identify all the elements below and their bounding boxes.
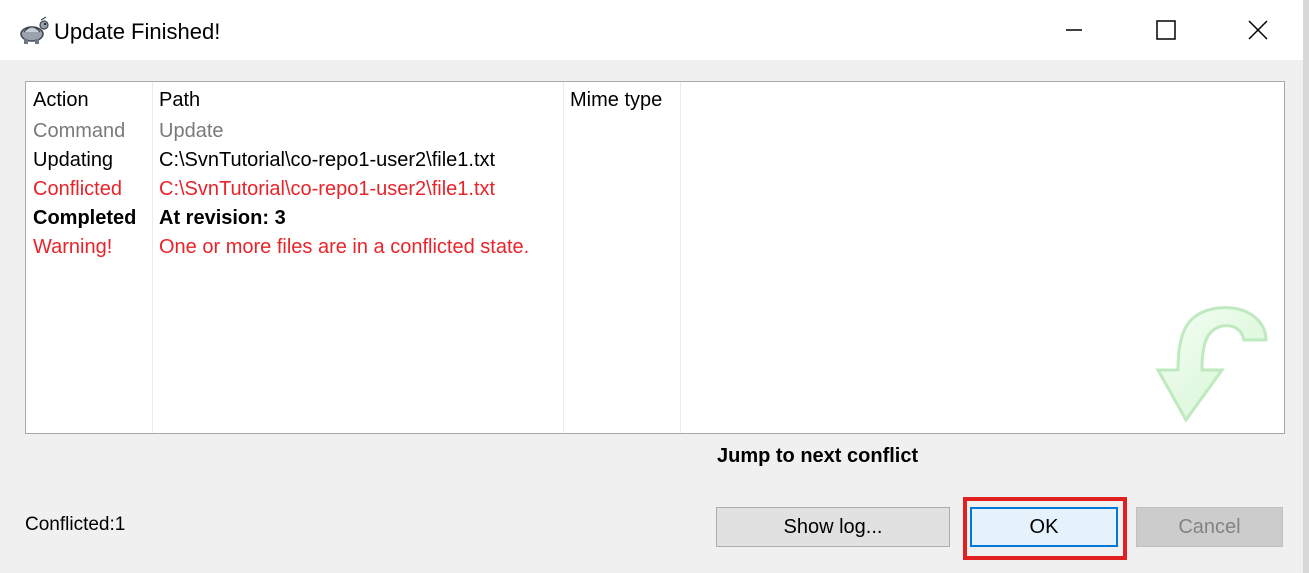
close-icon: [1248, 20, 1268, 40]
action-list[interactable]: Action Path Mime type Command Update Upd…: [25, 81, 1285, 434]
column-separator: [563, 82, 564, 433]
close-button[interactable]: [1212, 0, 1304, 60]
update-arrow-icon: [1155, 306, 1268, 423]
maximize-button[interactable]: [1120, 0, 1212, 60]
row-action[interactable]: Updating: [33, 146, 113, 175]
minimize-icon: [1066, 29, 1082, 31]
row-path[interactable]: C:\SvnTutorial\co-repo1-user2\file1.txt: [159, 175, 495, 204]
column-header-action[interactable]: Action: [33, 86, 89, 115]
row-path[interactable]: At revision: 3: [159, 204, 286, 233]
cancel-button[interactable]: Cancel: [1136, 507, 1283, 547]
ok-button[interactable]: OK: [970, 507, 1118, 547]
update-finished-dialog: Update Finished! Action Path Mime type C…: [0, 0, 1309, 573]
tortoise-svn-icon: [16, 16, 50, 46]
show-log-button[interactable]: Show log...: [716, 507, 950, 547]
row-path[interactable]: C:\SvnTutorial\co-repo1-user2\file1.txt: [159, 146, 495, 175]
row-action[interactable]: Conflicted: [33, 175, 122, 204]
row-action[interactable]: Completed: [33, 204, 136, 233]
conflict-count-status: Conflicted:1: [25, 514, 126, 535]
column-header-mime-type[interactable]: Mime type: [570, 86, 662, 115]
column-separator: [152, 82, 153, 433]
row-path[interactable]: Update: [159, 117, 224, 146]
title-bar[interactable]: Update Finished!: [0, 0, 1303, 60]
row-action[interactable]: Warning!: [33, 233, 112, 262]
column-separator: [680, 82, 681, 433]
window-edge: [1303, 0, 1309, 573]
row-path[interactable]: One or more files are in a conflicted st…: [159, 233, 529, 262]
row-action[interactable]: Command: [33, 117, 125, 146]
column-header-path[interactable]: Path: [159, 86, 200, 115]
maximize-icon: [1156, 20, 1176, 40]
window-title: Update Finished!: [54, 19, 221, 44]
jump-to-next-conflict-link[interactable]: Jump to next conflict: [717, 442, 918, 470]
minimize-button[interactable]: [1028, 0, 1120, 60]
